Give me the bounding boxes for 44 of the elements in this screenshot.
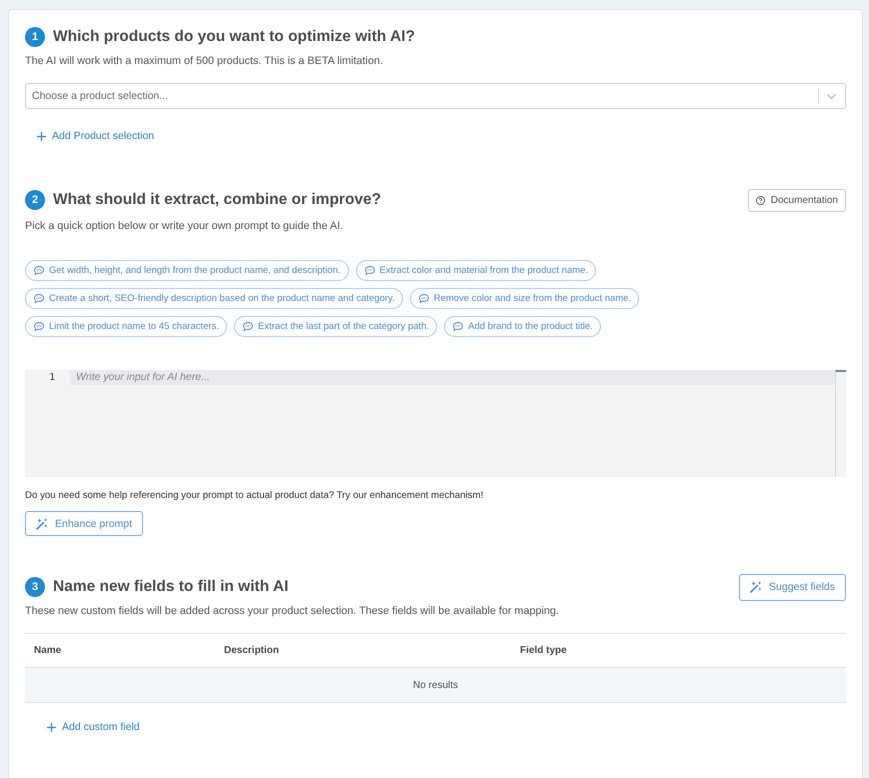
empty-table-message: No results: [25, 668, 846, 703]
enhance-prompt-button[interactable]: Enhance prompt: [25, 511, 144, 536]
speech-bubble-icon: [418, 294, 429, 303]
speech-bubble-icon: [34, 294, 44, 303]
prompt-suggestion[interactable]: Limit the product name to 45 characters.: [25, 316, 228, 337]
step-number: 1: [25, 27, 45, 47]
section-heading: Name new fields to fill in with AI: [53, 577, 288, 597]
speech-bubble-icon: [364, 266, 375, 275]
magic-wand-icon: [750, 581, 762, 593]
prompt-suggestion[interactable]: Create a short, SEO-friendly description based on the product name and category.: [25, 288, 403, 309]
add-selection-link[interactable]: Add Product selection: [37, 129, 154, 143]
section-description: Pick a quick option below or write your own prompt to guide the AI.: [25, 219, 344, 233]
speech-bubble-icon: [243, 322, 254, 331]
add-field-link[interactable]: Add custom field: [47, 720, 140, 734]
plus-icon: [37, 132, 46, 140]
column-header: Description: [224, 645, 280, 656]
product-select[interactable]: Choose a product selection...: [25, 83, 846, 109]
section-description: The AI will work with a maximum of 500 products. This is a BETA limitation.: [25, 54, 383, 68]
suggest-fields-button[interactable]: Suggest fields: [739, 574, 846, 600]
prompt-input[interactable]: Write your input for AI here...: [70, 370, 835, 477]
speech-bubble-icon: [34, 266, 44, 275]
prompt-suggestion[interactable]: Get width, height, and length from the product name, and description.: [25, 260, 349, 281]
prompt-suggestion[interactable]: Remove color and size from the product name.: [410, 288, 640, 309]
step-number: 3: [25, 577, 45, 597]
prompt-suggestion[interactable]: Extract the last part of the category path.: [234, 316, 438, 337]
chevron-down-icon: [827, 94, 836, 98]
section-heading: What should it extract, combine or improve?: [53, 190, 382, 210]
magic-wand-icon: [36, 518, 48, 530]
speech-bubble-icon: [34, 322, 44, 331]
help-icon: [756, 196, 765, 204]
prompt-suggestion[interactable]: Add brand to the product title.: [444, 316, 601, 337]
scrollbar[interactable]: [835, 370, 846, 477]
column-header: Field type: [520, 645, 567, 656]
prompt-editor[interactable]: 1 Write your input for AI here...: [25, 370, 846, 477]
help-text: Do you need some help referencing your prompt to actual product data? Try our enhancement mechanism!: [25, 489, 484, 503]
speech-bubble-icon: [453, 322, 464, 331]
section-heading: Which products do you want to optimize with AI?: [53, 27, 415, 47]
step-number: 2: [25, 190, 45, 210]
column-header: Name: [34, 645, 62, 656]
line-number: 1: [49, 371, 55, 385]
section-description: These new custom fields will be added across your product selection. These fields will be available for mapping.: [25, 604, 559, 618]
documentation-button[interactable]: Documentation: [748, 188, 846, 212]
prompt-suggestion[interactable]: Extract color and material from the product name.: [356, 260, 596, 281]
plus-icon: [47, 722, 56, 732]
